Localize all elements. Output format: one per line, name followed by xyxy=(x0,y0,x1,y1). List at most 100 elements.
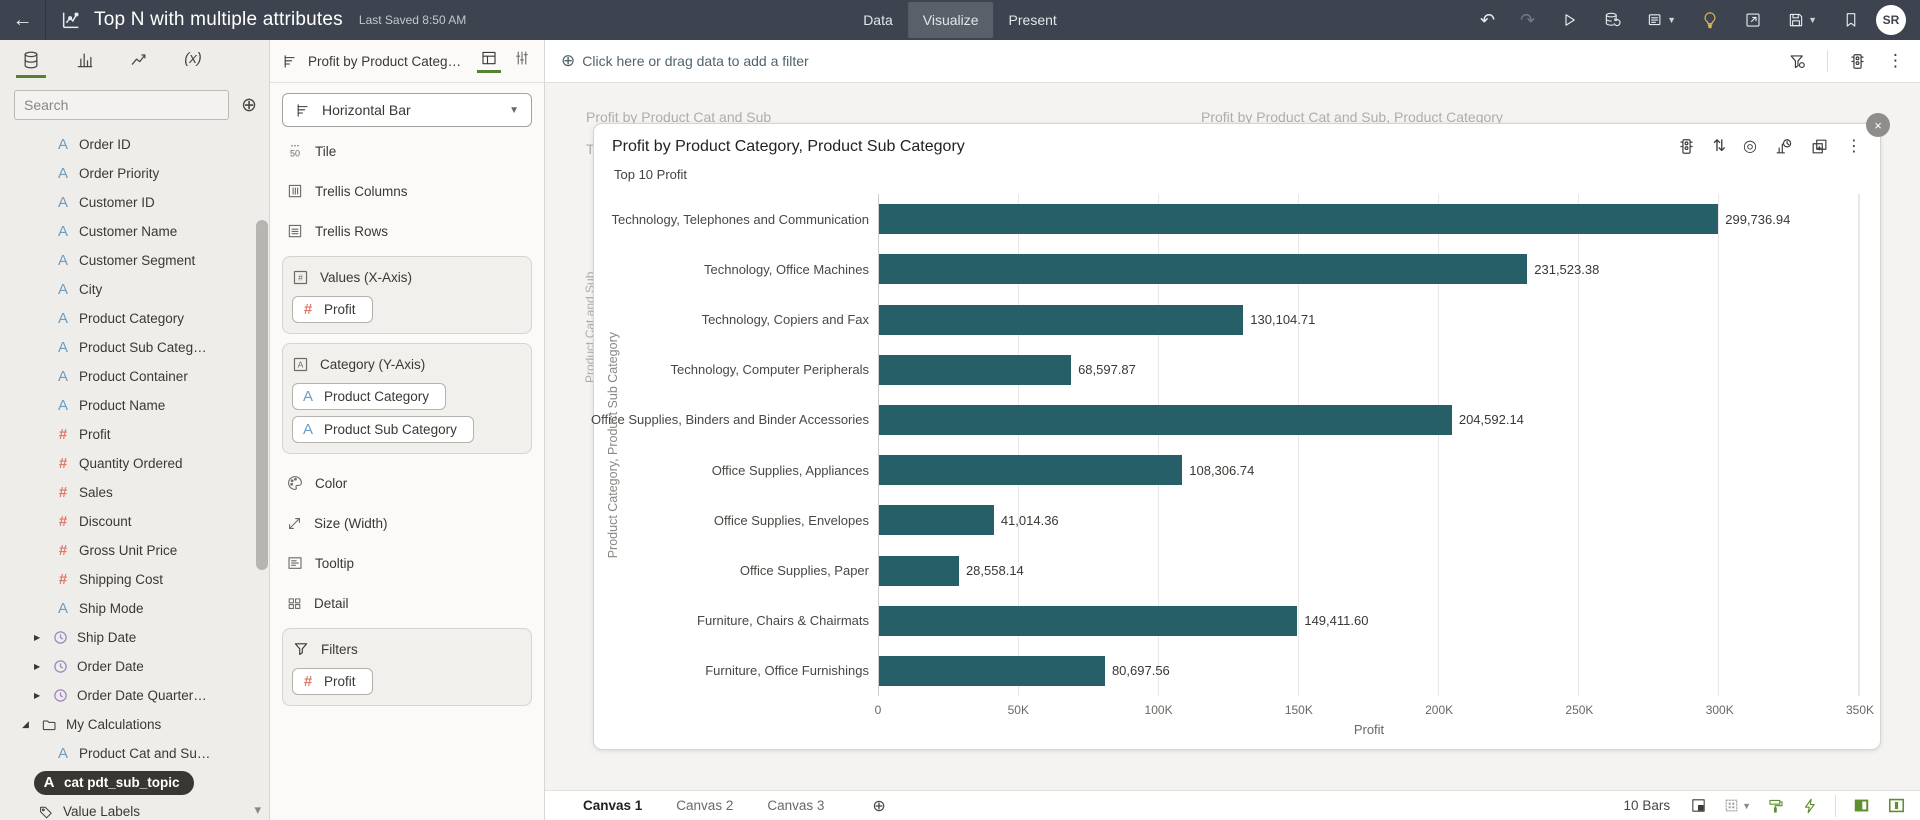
field-customer-segment[interactable]: A Customer Segment xyxy=(0,246,269,275)
chart-type-select[interactable]: Horizontal Bar ▼ xyxy=(282,93,532,127)
field-shipping-cost[interactable]: # Shipping Cost xyxy=(0,565,269,594)
conditional-formatting-icon[interactable] xyxy=(1848,52,1867,71)
refresh-data-icon[interactable] xyxy=(1603,11,1621,29)
drill-icon[interactable]: ◎ xyxy=(1743,138,1757,155)
panel-tab-calculations[interactable]: (x) xyxy=(178,50,208,75)
bookmark-icon[interactable] xyxy=(1842,11,1860,29)
more-options-icon[interactable]: ⋮ xyxy=(1846,138,1862,155)
bar[interactable] xyxy=(879,455,1183,486)
filter-options-icon[interactable] xyxy=(1788,52,1807,71)
field-sales[interactable]: # Sales xyxy=(0,478,269,507)
field-my-calculations[interactable]: ◢ My Calculations xyxy=(0,710,269,739)
expand-icon[interactable]: ▶ xyxy=(34,633,44,642)
field-order-date[interactable]: ▶ Order Date xyxy=(0,652,269,681)
pill-profit[interactable]: # Profit xyxy=(292,296,373,323)
auto-apply-data-icon[interactable] xyxy=(1801,797,1819,815)
panel-tab-data[interactable] xyxy=(16,50,46,78)
close-icon[interactable]: × xyxy=(1866,113,1890,137)
visualization-tile[interactable]: × Profit by Product Category, Product Su… xyxy=(591,113,1890,750)
bar[interactable] xyxy=(879,204,1719,235)
redo-icon[interactable]: ↷ xyxy=(1520,11,1535,29)
grammar-slot-trellis-rows[interactable]: Trellis Rows xyxy=(282,211,532,251)
scroll-down-icon[interactable]: ▾ xyxy=(254,802,261,818)
open-window-icon[interactable] xyxy=(1744,11,1762,29)
field-product-sub-categ[interactable]: A Product Sub Categ… xyxy=(0,333,269,362)
pill-profit[interactable]: # Profit xyxy=(292,668,373,695)
save-icon[interactable]: ▼ xyxy=(1787,11,1817,29)
bar[interactable] xyxy=(879,354,1072,385)
run-icon[interactable] xyxy=(1560,11,1578,29)
canvas-tab-1[interactable]: Canvas 1 xyxy=(583,798,642,813)
bar[interactable] xyxy=(879,404,1452,435)
field-product-name[interactable]: A Product Name xyxy=(0,391,269,420)
field-product-container[interactable]: A Product Container xyxy=(0,362,269,391)
grammar-slot-size-width[interactable]: Size (Width) xyxy=(282,503,532,543)
field-city[interactable]: A City xyxy=(0,275,269,304)
panel-tab-analytics[interactable] xyxy=(124,50,154,78)
add-canvas-icon[interactable]: ⊕ xyxy=(872,796,885,816)
field-customer-id[interactable]: A Customer ID xyxy=(0,188,269,217)
search-input[interactable] xyxy=(14,90,230,120)
field-cat-pdt-sub-topic[interactable]: Acat pdt_sub_topic xyxy=(0,768,269,797)
grammar-slot-trellis-columns[interactable]: Trellis Columns xyxy=(282,171,532,211)
refresh-data-icon xyxy=(1603,11,1621,29)
canvas-tab-2[interactable]: Canvas 2 xyxy=(676,798,733,813)
bar[interactable] xyxy=(879,555,959,586)
add-filter-button[interactable]: ⊕ Click here or drag data to add a filte… xyxy=(561,51,809,71)
field-product-cat-and-su[interactable]: A Product Cat and Su… xyxy=(0,739,269,768)
field-order-priority[interactable]: A Order Priority xyxy=(0,159,269,188)
duplicate-visual-icon[interactable] xyxy=(1810,137,1829,156)
main-area: ⊕ Click here or drag data to add a filte… xyxy=(545,40,1920,820)
style-brush-icon[interactable] xyxy=(1767,797,1785,815)
field-ship-mode[interactable]: A Ship Mode xyxy=(0,594,269,623)
more-options-icon[interactable]: ⋮ xyxy=(1887,51,1904,71)
field-ship-date[interactable]: ▶ Ship Date xyxy=(0,623,269,652)
field-product-category[interactable]: A Product Category xyxy=(0,304,269,333)
bar[interactable] xyxy=(879,505,994,536)
pill-product-sub-category[interactable]: A Product Sub Category xyxy=(292,416,474,443)
pill-product-category[interactable]: A Product Category xyxy=(292,383,447,410)
sort-icon[interactable]: ⇅ xyxy=(1713,138,1726,155)
field-discount[interactable]: # Discount xyxy=(0,507,269,536)
snap-grid-icon[interactable]: ▼ xyxy=(1723,797,1751,814)
sidebar-scrollbar[interactable] xyxy=(256,220,268,570)
field-customer-name[interactable]: A Customer Name xyxy=(0,217,269,246)
grammar-slot-detail[interactable]: Detail xyxy=(282,583,532,623)
bar[interactable] xyxy=(879,304,1244,335)
collapse-icon[interactable]: ◢ xyxy=(22,719,32,730)
expand-icon[interactable]: ▶ xyxy=(34,662,44,671)
tab-visualize[interactable]: Visualize xyxy=(907,2,994,38)
attribute-icon: A xyxy=(57,194,68,211)
tab-data[interactable]: Data xyxy=(848,2,908,38)
grammar-slot-color[interactable]: Color xyxy=(282,463,532,503)
field-quantity-ordered[interactable]: # Quantity Ordered xyxy=(0,449,269,478)
add-data-icon[interactable]: ⊕ xyxy=(241,96,257,115)
field-profit[interactable]: # Profit xyxy=(0,420,269,449)
canvas-properties-icon[interactable] xyxy=(1690,797,1707,814)
toggle-center-pane-icon[interactable] xyxy=(1887,796,1906,815)
comment-icon[interactable]: ▼ xyxy=(1646,11,1676,29)
tab-present[interactable]: Present xyxy=(994,2,1072,38)
bar[interactable] xyxy=(879,254,1528,285)
field-value-labels[interactable]: Value Labels xyxy=(0,797,269,820)
insights-icon[interactable] xyxy=(1701,11,1719,29)
conditional-formatting-icon[interactable] xyxy=(1677,137,1696,156)
bar[interactable] xyxy=(879,655,1105,686)
toggle-right-pane-icon[interactable] xyxy=(1852,796,1871,815)
grammar-tab[interactable] xyxy=(477,49,501,73)
grammar-slot-tooltip[interactable]: Tooltip xyxy=(282,543,532,583)
advanced-analytics-icon[interactable] xyxy=(1774,137,1793,156)
canvas-tab-3[interactable]: Canvas 3 xyxy=(767,798,824,813)
bar[interactable] xyxy=(879,605,1298,636)
field-gross-unit-price[interactable]: # Gross Unit Price xyxy=(0,536,269,565)
undo-icon[interactable]: ↶ xyxy=(1480,11,1495,29)
panel-tab-visualizations[interactable] xyxy=(70,50,100,78)
grammar-slot-tile[interactable]: 50 Tile xyxy=(282,131,532,171)
field-order-id[interactable]: A Order ID xyxy=(0,130,269,159)
field-order-date-quarter[interactable]: ▶ Order Date Quarter… xyxy=(0,681,269,710)
avatar[interactable]: SR xyxy=(1876,5,1906,35)
tile-actions: ⇅ ◎ ⋮ xyxy=(1677,137,1862,156)
expand-icon[interactable]: ▶ xyxy=(34,691,44,700)
back-icon[interactable]: ← xyxy=(0,0,46,40)
settings-tab[interactable] xyxy=(510,49,534,73)
